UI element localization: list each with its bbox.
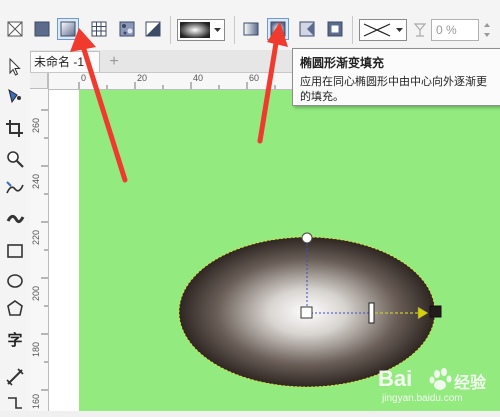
watermark-brand-tail: 经验 <box>454 375 487 392</box>
watermark-url: jingyan.baidu.com <box>382 393 463 404</box>
gradient-midpoint-slider[interactable] <box>368 302 375 324</box>
tooltip-title: 椭圆形渐变填充 <box>300 56 385 70</box>
tooltip-line: 的填充。 <box>300 91 344 103</box>
tooltip: 椭圆形渐变填充 应用在同心椭圆形中由中心向外逐渐更 的填充。 <box>292 48 500 106</box>
gradient-top-handle[interactable] <box>301 232 313 244</box>
baidu-jingyan-watermark: Bai 经验 jingyan.baidu.com <box>378 366 498 406</box>
watermark-brand: Bai <box>378 366 413 391</box>
gradient-end-handle[interactable] <box>429 305 442 318</box>
gradient-center-handle[interactable] <box>300 306 313 319</box>
annotation-arrow <box>70 28 128 183</box>
tooltip-body: 应用在同心椭圆形中由中心向外逐渐更 的填充。 <box>300 75 499 105</box>
tooltip-line: 应用在同心椭圆形中由中心向外逐渐更 <box>300 76 487 88</box>
annotation-arrow <box>257 22 288 144</box>
